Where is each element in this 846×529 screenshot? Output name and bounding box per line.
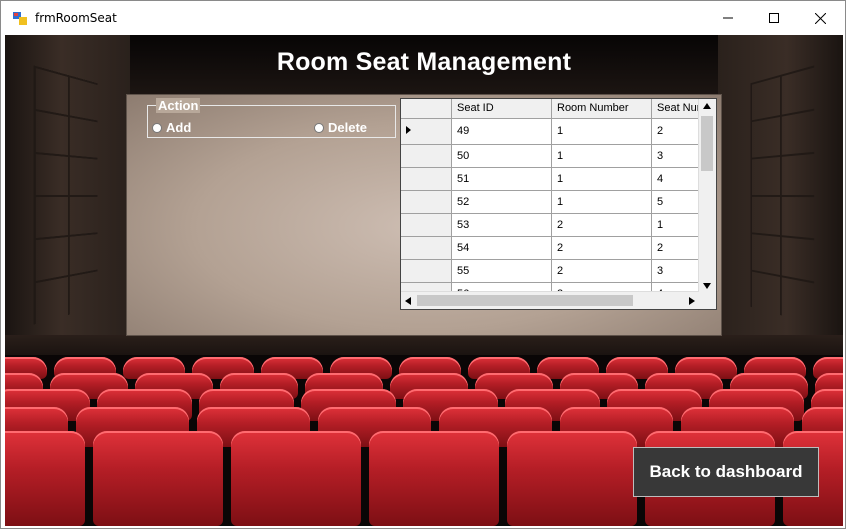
add-radio-circle[interactable] — [152, 122, 162, 133]
close-button[interactable] — [797, 1, 843, 35]
table-row[interactable]: 52 1 5 — [401, 190, 702, 214]
window-title: frmRoomSeat — [35, 11, 117, 25]
cell-seat-id[interactable]: 50 — [451, 144, 552, 168]
cell-seat-number[interactable]: 1 — [651, 213, 702, 237]
cell-seat-number[interactable]: 2 — [651, 118, 702, 145]
row-selector[interactable] — [401, 167, 452, 191]
client-area: Room Seat Management Action Add Delete S… — [5, 35, 843, 526]
wall-panels-left — [33, 65, 98, 325]
cell-seat-number[interactable]: 5 — [651, 190, 702, 214]
app-icon — [13, 12, 27, 25]
scroll-right-icon[interactable] — [689, 297, 695, 305]
cell-room-number[interactable]: 2 — [551, 236, 652, 260]
theater-seat — [231, 431, 361, 526]
cell-seat-number[interactable]: 2 — [651, 236, 702, 260]
table-row[interactable]: 50 1 3 — [401, 144, 702, 168]
row-selector[interactable] — [401, 190, 452, 214]
seat-datagrid[interactable]: Seat ID Room Number Seat Nur 49 1 2 50 1… — [400, 98, 717, 310]
table-row[interactable]: 49 1 2 — [401, 118, 702, 145]
vertical-scroll-thumb[interactable] — [701, 116, 713, 171]
add-radio-label: Add — [166, 120, 192, 135]
column-header-room-number[interactable]: Room Number — [551, 99, 652, 119]
row-selector[interactable] — [401, 236, 452, 260]
table-row[interactable]: 53 2 1 — [401, 213, 702, 237]
cell-seat-id[interactable]: 55 — [451, 259, 552, 283]
table-row[interactable]: 54 2 2 — [401, 236, 702, 260]
delete-radio-circle[interactable] — [314, 122, 324, 133]
title-bar: frmRoomSeat — [1, 1, 845, 35]
seat-table: Seat ID Room Number Seat Nur 49 1 2 50 1… — [401, 99, 702, 306]
maximize-icon — [769, 13, 779, 23]
app-window: frmRoomSeat Room Seat Management Action … — [0, 0, 846, 529]
minimize-icon — [723, 17, 733, 19]
row-header-corner[interactable] — [401, 99, 452, 119]
cell-room-number[interactable]: 1 — [551, 190, 652, 214]
theater-seat — [369, 431, 499, 526]
cell-seat-number[interactable]: 4 — [651, 167, 702, 191]
grid-header-row: Seat ID Room Number Seat Nur — [401, 99, 702, 119]
close-icon — [814, 12, 826, 24]
theater-seat — [507, 431, 637, 526]
cell-seat-number[interactable]: 3 — [651, 144, 702, 168]
cell-seat-id[interactable]: 52 — [451, 190, 552, 214]
theater-seat — [5, 431, 85, 526]
horizontal-scrollbar[interactable] — [401, 291, 699, 309]
delete-radio-label: Delete — [328, 120, 368, 135]
scroll-down-icon[interactable] — [703, 283, 711, 289]
scrollbar-corner — [699, 292, 716, 309]
add-radio[interactable]: Add — [152, 120, 191, 135]
cell-room-number[interactable]: 1 — [551, 167, 652, 191]
wall-panels-right — [750, 65, 815, 325]
action-groupbox: Action Add Delete — [147, 98, 396, 138]
cell-room-number[interactable]: 2 — [551, 213, 652, 237]
cell-room-number[interactable]: 2 — [551, 259, 652, 283]
cell-room-number[interactable]: 1 — [551, 144, 652, 168]
column-header-seat-id[interactable]: Seat ID — [451, 99, 552, 119]
theater-seat — [93, 431, 223, 526]
cell-seat-id[interactable]: 53 — [451, 213, 552, 237]
row-selector-icon — [406, 125, 411, 134]
table-row[interactable]: 55 2 3 — [401, 259, 702, 283]
delete-radio[interactable]: Delete — [314, 120, 367, 135]
theater-seats — [5, 355, 843, 526]
table-row[interactable]: 51 1 4 — [401, 167, 702, 191]
cell-room-number[interactable]: 1 — [551, 118, 652, 145]
column-header-seat-number[interactable]: Seat Nur — [651, 99, 702, 119]
action-group-label: Action — [156, 98, 201, 113]
back-to-dashboard-button[interactable]: Back to dashboard — [633, 447, 819, 497]
scroll-up-icon[interactable] — [703, 103, 711, 109]
cell-seat-number[interactable]: 3 — [651, 259, 702, 283]
page-title: Room Seat Management — [276, 48, 572, 76]
cell-seat-id[interactable]: 49 — [451, 118, 552, 145]
row-selector[interactable] — [401, 213, 452, 237]
row-selector[interactable] — [401, 259, 452, 283]
maximize-button[interactable] — [751, 1, 797, 35]
row-selector[interactable] — [401, 118, 452, 145]
vertical-scrollbar[interactable] — [698, 99, 716, 293]
row-selector[interactable] — [401, 144, 452, 168]
horizontal-scroll-thumb[interactable] — [417, 295, 633, 306]
scroll-left-icon[interactable] — [405, 297, 411, 305]
cell-seat-id[interactable]: 51 — [451, 167, 552, 191]
minimize-button[interactable] — [705, 1, 751, 35]
cell-seat-id[interactable]: 54 — [451, 236, 552, 260]
